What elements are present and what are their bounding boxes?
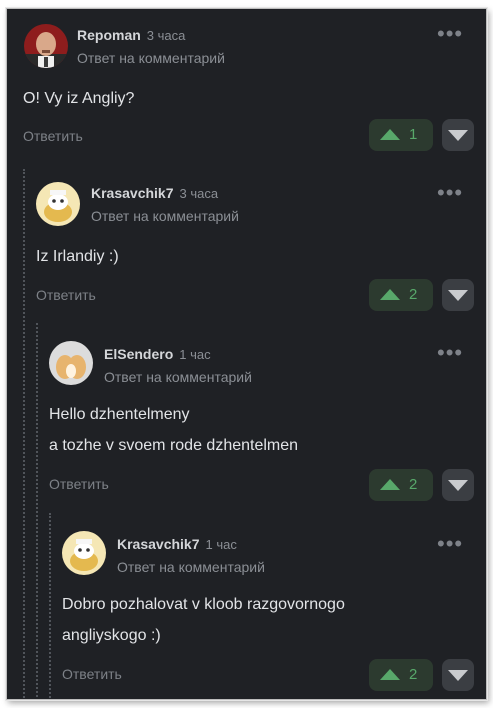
- more-dots-icon[interactable]: •••: [437, 23, 463, 45]
- reply-button[interactable]: Ответить: [36, 287, 96, 303]
- comment-line: Iz Irlandiy :): [36, 248, 119, 265]
- arrow-up-icon: [380, 669, 400, 680]
- comment-author[interactable]: Repoman 3 часа: [77, 27, 185, 43]
- comment-time: 1 час: [179, 347, 211, 362]
- more-dots-icon[interactable]: •••: [437, 342, 463, 364]
- reply-to-link[interactable]: Ответ на комментарий: [104, 369, 252, 385]
- bald-man-avatar-icon[interactable]: [24, 24, 68, 68]
- author-name[interactable]: Repoman: [77, 27, 141, 43]
- thread-line: [36, 323, 38, 699]
- comment-time: 3 часа: [179, 186, 219, 201]
- comment-thread: Repoman 3 часа Ответ на комментарий ••• O…: [6, 8, 487, 700]
- comment-time: 3 часа: [146, 28, 186, 43]
- vote-count: 2: [409, 476, 418, 493]
- comment-author[interactable]: Krasavchik7 1 час: [117, 536, 237, 552]
- arrow-up-icon: [380, 479, 400, 490]
- vote-count: 2: [409, 666, 418, 683]
- reply-to-link[interactable]: Ответ на комментарий: [117, 559, 265, 575]
- comment-text: O! Vy iz Angliy?: [23, 83, 134, 114]
- downvote-button[interactable]: [442, 279, 474, 311]
- comment-line: angliyskogo :): [62, 627, 161, 644]
- downvote-button[interactable]: [442, 119, 474, 151]
- comment-line: Hello dzhentelmeny: [49, 406, 190, 423]
- arrow-down-icon: [448, 130, 468, 141]
- reply-to-link[interactable]: Ответ на комментарий: [91, 208, 239, 224]
- reply-button[interactable]: Ответить: [49, 476, 109, 492]
- cat-cartoon-avatar-icon[interactable]: [62, 531, 106, 575]
- comment-author[interactable]: ElSendero 1 час: [104, 346, 211, 362]
- author-name[interactable]: ElSendero: [104, 346, 173, 362]
- author-name[interactable]: Krasavchik7: [91, 185, 174, 201]
- thread-line: [23, 169, 25, 699]
- more-dots-icon[interactable]: •••: [437, 182, 463, 204]
- reply-button[interactable]: Ответить: [62, 666, 122, 682]
- downvote-button[interactable]: [442, 469, 474, 501]
- vote-count: 2: [409, 286, 418, 303]
- comment-text: Hello dzhentelmeny a tozhe v svoem rode …: [49, 399, 298, 461]
- vote-count: 1: [409, 126, 418, 143]
- arrow-down-icon: [448, 480, 468, 491]
- arrow-up-icon: [380, 129, 400, 140]
- upvote-button[interactable]: 2: [369, 659, 433, 691]
- upvote-button[interactable]: 1: [369, 119, 433, 151]
- comment-time: 1 час: [205, 537, 237, 552]
- more-dots-icon[interactable]: •••: [437, 533, 463, 555]
- author-name[interactable]: Krasavchik7: [117, 536, 200, 552]
- comment-text: Iz Irlandiy :): [36, 241, 119, 272]
- comment-text: Dobro pozhalovat v kloob razgovornogo an…: [62, 589, 345, 651]
- comment-line: O! Vy iz Angliy?: [23, 90, 135, 107]
- thread-line: [49, 513, 51, 699]
- arrow-down-icon: [448, 290, 468, 301]
- comment-line: a tozhe v svoem rode dzhentelmen: [49, 437, 299, 454]
- arrow-down-icon: [448, 670, 468, 681]
- cat-cartoon-avatar-icon[interactable]: [36, 182, 80, 226]
- comment-author[interactable]: Krasavchik7 3 часа: [91, 185, 218, 201]
- comment-line: Dobro pozhalovat v kloob razgovornogo: [62, 596, 345, 613]
- upvote-button[interactable]: 2: [369, 469, 433, 501]
- arrow-up-icon: [380, 289, 400, 300]
- downvote-button[interactable]: [442, 659, 474, 691]
- upvote-button[interactable]: 2: [369, 279, 433, 311]
- corgi-avatar-icon[interactable]: [49, 341, 93, 385]
- reply-to-link[interactable]: Ответ на комментарий: [77, 50, 225, 66]
- reply-button[interactable]: Ответить: [23, 128, 83, 144]
